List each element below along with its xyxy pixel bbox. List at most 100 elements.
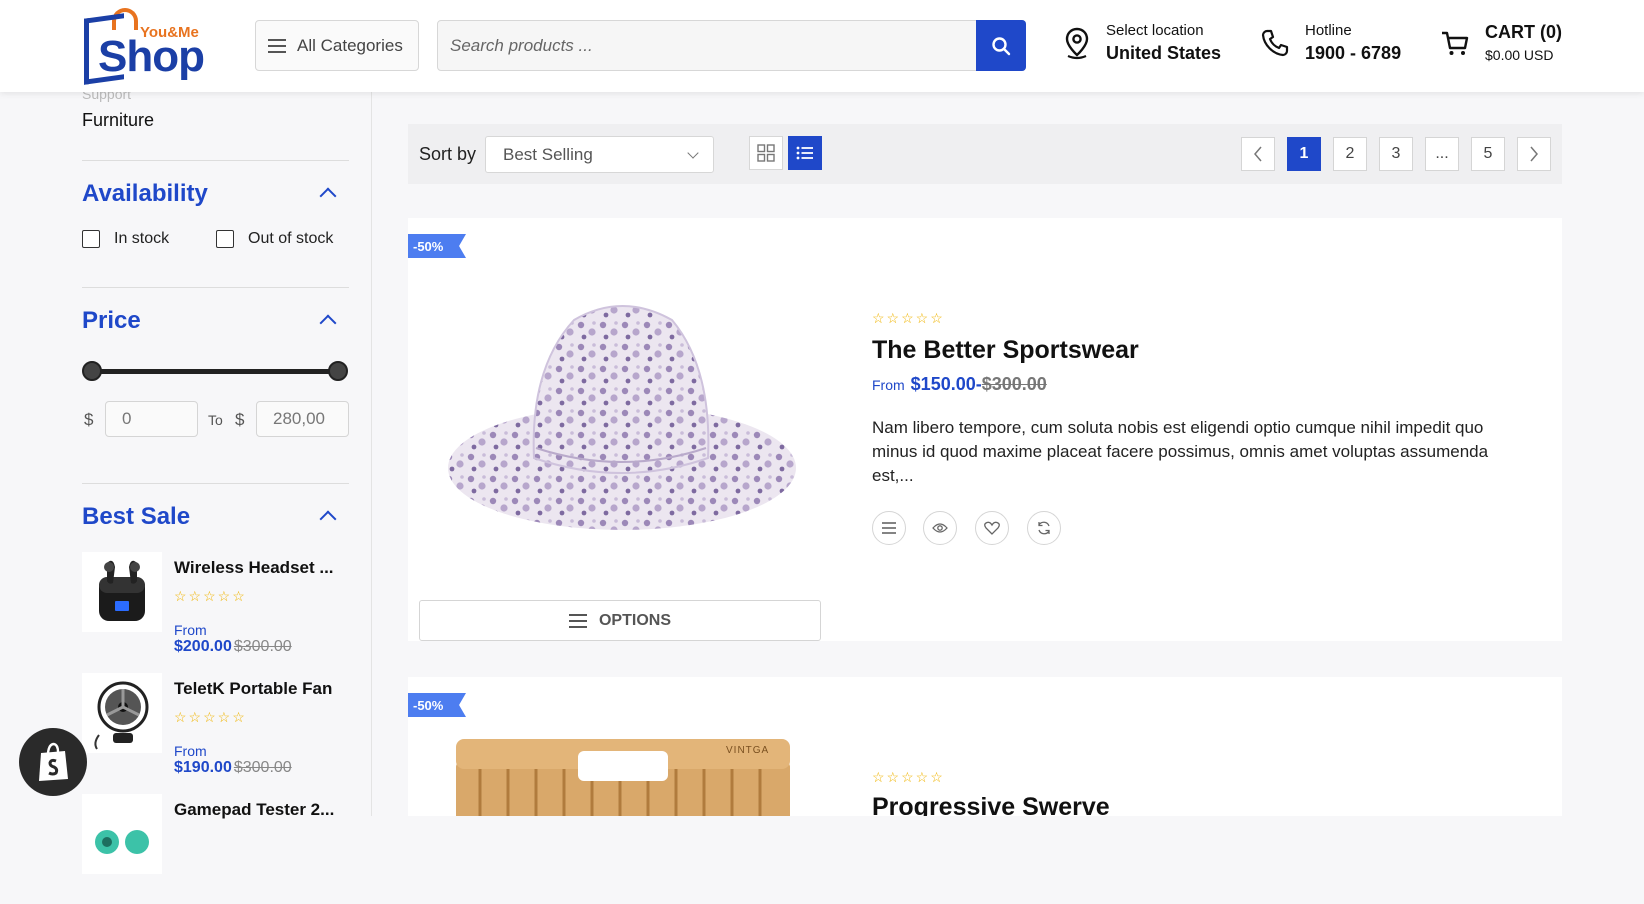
gamepad-thumbnail[interactable]	[82, 794, 162, 874]
sale-price: $200.00	[174, 638, 232, 655]
sort-value: Best Selling	[503, 144, 593, 164]
product-description: Nam libero tempore, cum soluta nobis est…	[872, 418, 1489, 485]
shop-logo[interactable]: You&Me Shop	[84, 6, 214, 86]
availability-title[interactable]: Availability	[82, 180, 208, 208]
location-title: Select location	[1106, 22, 1204, 39]
heart-icon	[984, 521, 1000, 535]
cart-total: $0.00 USD	[1485, 47, 1554, 63]
product-name[interactable]: TeletK Portable Fan	[174, 679, 332, 699]
list-view-button[interactable]	[788, 136, 822, 170]
wishlist-button[interactable]	[975, 511, 1009, 545]
page-5-button[interactable]: 5	[1471, 137, 1505, 171]
grid-view-button[interactable]	[749, 136, 783, 170]
search-input[interactable]	[450, 34, 970, 58]
price-from-label: From	[174, 743, 207, 759]
product-title[interactable]: The Better Sportswear	[872, 336, 1139, 365]
cart-title: CART (0)	[1485, 22, 1562, 42]
product-price: $190.00 $300.00	[174, 759, 292, 777]
chevron-up-icon[interactable]	[319, 314, 337, 332]
best-sale-item[interactable]: TeletK Portable Fan ☆☆☆☆☆ From $190.00 $3…	[82, 673, 352, 783]
gamepad-image	[95, 830, 149, 854]
sidebar-item-furniture[interactable]: Furniture	[82, 110, 154, 131]
out-of-stock-checkbox[interactable]: Out of stock	[216, 230, 333, 248]
divider	[82, 160, 349, 161]
menu-icon	[882, 522, 896, 534]
quick-view-button[interactable]	[923, 511, 957, 545]
cart-button[interactable]: CART (0) $0.00 USD	[1439, 22, 1562, 63]
best-sale-item[interactable]: Wireless Headset ... ☆☆☆☆☆ From $200.00 $…	[82, 552, 352, 662]
list-icon	[796, 146, 813, 160]
compare-icon	[1038, 521, 1050, 535]
page-3-button[interactable]: 3	[1379, 137, 1413, 171]
best-sale-title[interactable]: Best Sale	[82, 503, 190, 531]
price-from-label: From	[174, 622, 207, 638]
product-price: From $150.00-$300.00	[872, 374, 1047, 395]
chevron-down-icon	[687, 147, 699, 159]
shopify-bag-icon	[39, 742, 68, 781]
fan-thumbnail[interactable]	[82, 673, 162, 753]
in-stock-checkbox[interactable]: In stock	[82, 230, 169, 248]
compare-button[interactable]	[1027, 511, 1061, 545]
product-card: -50% OPTIONS ☆☆☆☆☆ The Better Sportswear…	[408, 218, 1562, 641]
rating-stars: ☆☆☆☆☆	[174, 709, 247, 725]
chevron-left-icon	[1254, 146, 1262, 162]
checkbox-box[interactable]	[216, 230, 234, 248]
hotline-title: Hotline	[1305, 22, 1352, 39]
price-title[interactable]: Price	[82, 307, 141, 335]
search-button[interactable]	[976, 20, 1026, 71]
price-min-input[interactable]: 0	[105, 401, 198, 437]
discount-badge: -50%	[408, 234, 466, 258]
page-ellipsis: ...	[1425, 137, 1459, 171]
product-price: $200.00 $300.00	[174, 638, 292, 656]
all-categories-label: All Categories	[297, 35, 403, 55]
fan-image	[94, 681, 149, 750]
currency-symbol: $	[84, 410, 94, 429]
location-selector[interactable]: Select location United States	[1062, 22, 1221, 64]
chevron-up-icon[interactable]	[319, 187, 337, 205]
page-2-button[interactable]: 2	[1333, 137, 1367, 171]
options-button[interactable]: OPTIONS	[419, 600, 821, 641]
page-1-button[interactable]: 1	[1287, 137, 1321, 171]
checkbox-box[interactable]	[82, 230, 100, 248]
price-range-track[interactable]	[92, 369, 338, 374]
sale-price: $190.00	[174, 759, 232, 776]
prev-page-button[interactable]	[1241, 137, 1275, 171]
price-slider-max-handle[interactable]	[328, 361, 348, 381]
best-sale-item[interactable]: Gamepad Tester 2...	[82, 794, 352, 904]
product-name[interactable]: Wireless Headset ...	[174, 558, 334, 578]
product-name[interactable]: Gamepad Tester 2...	[174, 800, 334, 820]
chevron-up-icon[interactable]	[319, 510, 337, 528]
bag-brand-text: VINTGA	[726, 745, 770, 756]
earbuds-thumbnail[interactable]	[82, 552, 162, 632]
old-price: $300.00	[233, 638, 292, 655]
cart-icon	[1442, 31, 1469, 55]
next-page-button[interactable]	[1517, 137, 1551, 171]
phone-icon	[1261, 29, 1289, 57]
sale-price: $150.00	[910, 374, 976, 394]
logo-big-text: Shop	[98, 32, 205, 81]
price-to-label: To	[208, 412, 223, 428]
out-of-stock-label: Out of stock	[248, 230, 334, 247]
currency-symbol: $	[235, 410, 245, 429]
location-value: United States	[1106, 43, 1222, 63]
price-max-input[interactable]: 280,00	[256, 401, 349, 437]
search-bar	[437, 20, 1026, 71]
options-action-button[interactable]	[872, 511, 906, 545]
sort-by-label: Sort by	[419, 144, 477, 164]
old-price: $300.00	[233, 759, 292, 776]
listing-toolbar: Sort by Best Selling 1 2 3 ... 5	[408, 124, 1562, 184]
hamburger-icon	[268, 38, 286, 53]
product-title[interactable]: Progressive Swerve	[872, 793, 1110, 816]
rating-stars: ☆☆☆☆☆	[174, 588, 247, 604]
price-slider-min-handle[interactable]	[82, 361, 102, 381]
bucket-hat-image[interactable]	[444, 298, 800, 538]
old-price: $300.00	[981, 374, 1047, 394]
bamboo-bag-image[interactable]: VINTGA	[450, 739, 796, 816]
all-categories-button[interactable]: All Categories	[255, 20, 419, 71]
sort-select[interactable]: Best Selling	[485, 136, 714, 173]
shopify-badge[interactable]	[19, 728, 87, 796]
hotline[interactable]: Hotline 1900 - 6789	[1259, 22, 1401, 64]
divider	[82, 287, 349, 288]
price-from-label: From	[872, 377, 905, 393]
filter-sidebar: Support Furniture Availability In stock …	[0, 86, 372, 874]
